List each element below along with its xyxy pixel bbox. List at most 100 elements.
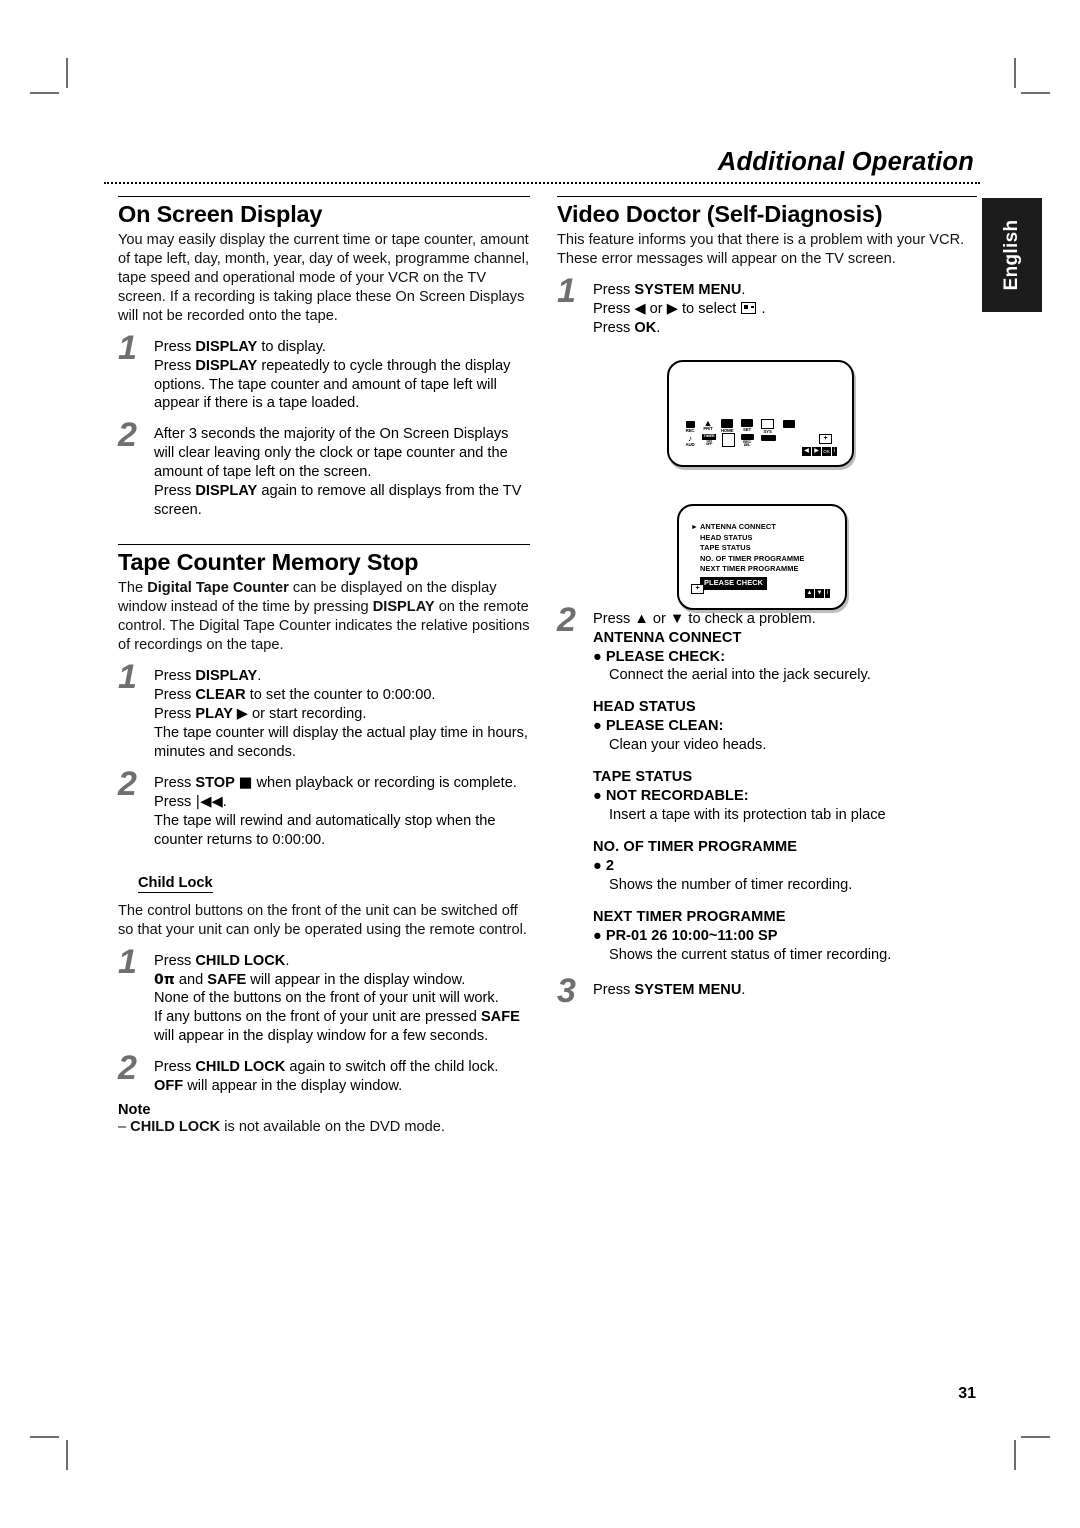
- diagnosis-nav-bar[interactable]: ▲ ▼ i: [805, 589, 830, 598]
- step-number: 1: [118, 657, 137, 696]
- step-vd-1: 1 Press SYSTEM MENU. Press ◀ or ▶ to sel…: [557, 274, 977, 338]
- diagnostic-desc: Connect the aerial into the jack securel…: [609, 667, 871, 684]
- osd-icon-prt: ▲ PR/T: [703, 418, 713, 431]
- step-number: 1: [118, 942, 137, 981]
- nav-right-icon[interactable]: ▶: [812, 447, 821, 456]
- note-text: – CHILD LOCK is not available on the DVD…: [118, 1119, 445, 1136]
- step-line: Press DISPLAY again to remove all displa…: [154, 483, 522, 519]
- diagnostic-tape: TAPE STATUS ● NOT RECORDABLE: Insert a t…: [593, 768, 977, 825]
- osd-icon-video-doctor: [782, 420, 796, 429]
- diagnostic-title: TAPE STATUS: [593, 769, 693, 786]
- step-line: Press CHILD LOCK.: [154, 952, 290, 969]
- step-line: After 3 seconds the majority of the On S…: [154, 426, 509, 481]
- diagnostic-head: HEAD STATUS ● PLEASE CLEAN: Clean your v…: [593, 698, 977, 755]
- status-badge: PLEASE CHECK: [700, 576, 768, 591]
- page-title: On Screen Display: [118, 201, 323, 227]
- diagnosis-menu: ► ANTENNA CONNECT HEAD STATUS TAPE STATU…: [691, 522, 804, 591]
- left-arrow-icon: ◀: [634, 299, 646, 317]
- button-play: PLAY ▶: [195, 704, 248, 722]
- lock-icon: 0π: [154, 971, 175, 988]
- menu-item-antenna[interactable]: ANTENNA CONNECT: [700, 522, 804, 533]
- nav-info-icon[interactable]: i: [825, 589, 830, 598]
- crop-mark-top-left-vertical: [66, 58, 68, 88]
- step-line: Press SYSTEM MENU.: [593, 281, 746, 298]
- crop-mark-top-left-horizontal: [30, 92, 59, 94]
- right-arrow-icon: ▶: [666, 299, 678, 317]
- section-rule: [118, 196, 530, 197]
- step-tape-1: 1 Press DISPLAY. Press CLEAR to set the …: [118, 660, 530, 762]
- section-heading-video-doctor: Video Doctor (Self-Diagnosis): [557, 201, 883, 227]
- crop-mark-top-right-vertical: [1014, 58, 1016, 88]
- diagnostic-bullet: ● NOT RECORDABLE:: [593, 788, 749, 805]
- nav-info-icon[interactable]: i: [832, 447, 837, 456]
- button-display: DISPLAY: [195, 357, 258, 374]
- step-number: 2: [557, 600, 576, 639]
- menu-item-tape[interactable]: TAPE STATUS: [700, 543, 804, 554]
- button-display: DISPLAY: [195, 667, 258, 684]
- rewind-icon: |◀◀: [195, 792, 223, 810]
- diagnostic-bullet: ● PR-01 26 10:00~11:00 SP: [593, 928, 778, 945]
- tv-screen-system-menu: REC ▲ PR/T HOME SET SYS ♪ AUD TIMER ON OFF R…: [667, 360, 854, 467]
- button-system-menu: SYSTEM MENU: [634, 982, 742, 999]
- indicator-safe: SAFE: [480, 1009, 520, 1026]
- crop-mark-bottom-right-vertical: [1014, 1440, 1016, 1470]
- step-line: Press ◀ or ▶ to select .: [593, 299, 766, 317]
- language-tab: English: [982, 198, 1042, 312]
- osd-nav-bar[interactable]: ◀ ▶ OK i: [802, 447, 837, 456]
- diagnostic-desc: Shows the current status of timer record…: [609, 947, 892, 964]
- on-screen-display-intro: You may easily display the current time …: [118, 231, 530, 324]
- menu-item-head[interactable]: HEAD STATUS: [700, 533, 804, 544]
- nav-up-icon[interactable]: ▲: [805, 589, 814, 598]
- step-line: The tape will rewind and automatically s…: [154, 812, 496, 848]
- step-line: Press |◀◀.: [154, 792, 227, 810]
- step-number: 2: [118, 416, 137, 455]
- button-clear: CLEAR: [195, 686, 246, 703]
- diagnostic-antenna: ANTENNA CONNECT ● PLEASE CHECK: Connect …: [593, 629, 977, 686]
- video-doctor-intro: This feature informs you that there is a…: [557, 231, 965, 267]
- nav-left-icon[interactable]: ◀: [802, 447, 811, 456]
- diagnostic-bullet: ● 2: [593, 858, 614, 875]
- section-rule: [557, 196, 977, 197]
- step-line: OFF will appear in the display window.: [154, 1078, 403, 1095]
- diagnostic-bullet: ● PLEASE CHECK:: [593, 648, 726, 665]
- osd-icon-sys: SYS: [760, 419, 775, 434]
- language-tab-label: English: [1001, 219, 1022, 291]
- osd-icon-tape-remain: [760, 435, 777, 442]
- diagnosis-plus-button[interactable]: +: [691, 584, 704, 594]
- step-line: If any buttons on the front of your unit…: [154, 1009, 520, 1045]
- step-number: 3: [557, 972, 576, 1011]
- note-label: Note: [118, 1102, 151, 1119]
- left-column: On Screen Display You may easily display…: [118, 196, 530, 1137]
- step-line: None of the buttons on the front of your…: [154, 990, 499, 1007]
- diagnostic-title: ANTENNA CONNECT: [593, 629, 742, 646]
- osd-icon-tape: [721, 433, 735, 448]
- crop-mark-bottom-left-horizontal: [30, 1436, 59, 1438]
- menu-item-no-of-timer[interactable]: NO. OF TIMER PROGRAMME: [700, 554, 804, 565]
- step-line: Press DISPLAY to display.: [154, 338, 326, 355]
- step-tape-2: 2 Press STOP ■ when playback or recordin…: [118, 767, 530, 850]
- step-line: Press CHILD LOCK again to switch off the…: [154, 1059, 499, 1076]
- section-rule: [118, 544, 530, 546]
- step-number: 2: [118, 764, 137, 803]
- button-display: DISPLAY: [195, 338, 258, 355]
- crop-mark-bottom-right-horizontal: [1021, 1436, 1050, 1438]
- step-line: Press PLAY ▶ or start recording.: [154, 704, 367, 722]
- step-number: 1: [557, 271, 576, 310]
- chapter-title: Additional Operation: [717, 148, 974, 176]
- osd-plus-button[interactable]: +: [819, 434, 832, 444]
- step-line: Press ▲ or ▼ to check a problem.: [593, 610, 816, 627]
- nav-down-icon[interactable]: ▼: [815, 589, 824, 598]
- step-line: Press DISPLAY.: [154, 667, 262, 684]
- video-doctor-icon: [741, 301, 757, 314]
- document-page: Additional Operation English On Screen D…: [0, 0, 1080, 1528]
- nav-ok-icon[interactable]: OK: [822, 447, 831, 456]
- button-system-menu: SYSTEM MENU: [634, 281, 742, 298]
- step-line: Press SYSTEM MENU.: [593, 982, 746, 999]
- step-vd-2: 2 Press ▲ or ▼ to check a problem. ANTEN…: [557, 603, 977, 966]
- menu-item-next-timer[interactable]: NEXT TIMER PROGRAMME: [700, 564, 804, 575]
- button-display: DISPLAY: [195, 483, 258, 500]
- osd-icon-aud: ♪ AUD: [685, 434, 695, 447]
- crop-mark-bottom-left-vertical: [66, 1440, 68, 1470]
- button-child-lock: CHILD LOCK: [195, 1059, 286, 1076]
